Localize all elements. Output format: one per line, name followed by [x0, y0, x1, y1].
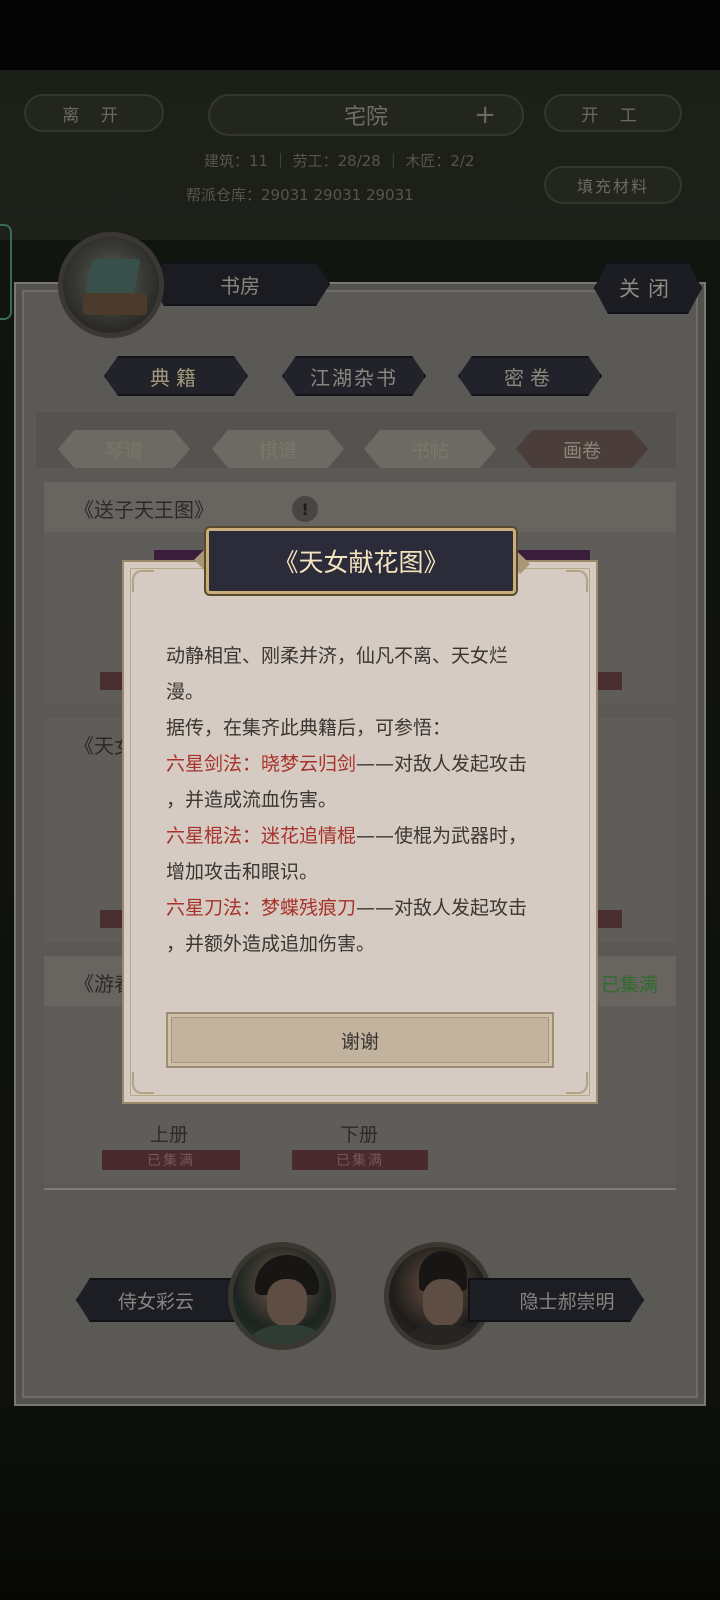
volume-status: 已集满: [102, 1150, 240, 1170]
tab-secret-scrolls-label: 密卷: [458, 356, 602, 396]
dialog-description: 动静相宜、刚柔并济，仙凡不离、天女烂 漫。 据传，在集齐此典籍后，可参悟： 六星…: [166, 638, 566, 962]
book-name: 《送子天王图》: [74, 498, 214, 522]
description-line: ，并额外造成追加伤害。: [166, 933, 376, 955]
description-line: ，并造成流血伤害。: [166, 789, 338, 811]
room-title: 书房: [150, 262, 330, 306]
volume-label: 上册: [150, 1124, 189, 1146]
description-line: 据传，在集齐此典籍后，可参悟：: [166, 717, 452, 739]
description-line: 漫。: [166, 681, 205, 703]
game-screen: 离 开 宅院 + 开 工 建筑：11 ｜ 劳工：28/28 ｜ 木匠：2/2 帮…: [0, 0, 720, 1600]
storage-stats: 帮派仓库：29031 29031 29031: [186, 186, 414, 204]
divider: [44, 1188, 676, 1190]
tab-classics[interactable]: 典籍: [104, 356, 248, 396]
start-work-button[interactable]: 开 工: [544, 94, 682, 132]
skill-line: 六星刀法：梦蝶残痕刀——对敌人发起攻击: [166, 897, 528, 919]
info-icon[interactable]: !: [292, 496, 318, 522]
maid-portrait[interactable]: [228, 1242, 336, 1350]
npc-name-plate[interactable]: 侍女彩云: [76, 1278, 250, 1322]
description-line: 动静相宜、刚柔并济，仙凡不离、天女烂: [166, 645, 509, 667]
skill-line: 六星棍法：迷花追情棍——使棍为武器时，: [166, 825, 528, 847]
location-label: 宅院: [343, 105, 388, 130]
subtab-chess-manuals[interactable]: 棋谱: [212, 430, 344, 468]
volume-status: 已集满: [292, 1150, 428, 1170]
study-room-icon: [58, 232, 164, 338]
subtab-music-scores[interactable]: 琴谱: [58, 430, 190, 468]
tab-secret-scrolls[interactable]: 密卷: [458, 356, 602, 396]
tab-misc-books-label: 江湖杂书: [282, 356, 426, 396]
tab-misc-books[interactable]: 江湖杂书: [282, 356, 426, 396]
building-stats: 建筑：11 ｜ 劳工：28/28 ｜ 木匠：2/2: [204, 152, 475, 170]
leave-button[interactable]: 离 开: [24, 94, 164, 132]
subtab-paintings[interactable]: 画卷: [516, 430, 648, 468]
npc-name-plate[interactable]: 隐士郝崇明: [468, 1278, 644, 1322]
skill-name: 六星剑法：晓梦云归剑: [166, 753, 357, 775]
tab-classics-label: 典籍: [104, 356, 248, 396]
skill-name: 六星刀法：梦蝶残痕刀: [166, 897, 357, 919]
collected-status: 已集满: [600, 974, 658, 996]
fill-materials-button[interactable]: 填充材料: [544, 166, 682, 204]
dialog-title: 《天女献花图》: [206, 528, 516, 594]
close-button[interactable]: 关闭: [594, 262, 702, 314]
skill-line: 六星剑法：晓梦云归剑——对敌人发起攻击: [166, 753, 528, 775]
location-title[interactable]: 宅院 +: [208, 94, 524, 136]
plus-icon[interactable]: +: [474, 100, 496, 130]
skill-name: 六星棍法：迷花追情棍: [166, 825, 357, 847]
side-drawer-tab[interactable]: [0, 224, 12, 320]
subtab-calligraphy[interactable]: 书帖: [364, 430, 496, 468]
description-line: 增加攻击和眼识。: [166, 861, 319, 883]
thanks-button[interactable]: 谢谢: [166, 1012, 554, 1068]
volume-label: 下册: [340, 1124, 379, 1146]
